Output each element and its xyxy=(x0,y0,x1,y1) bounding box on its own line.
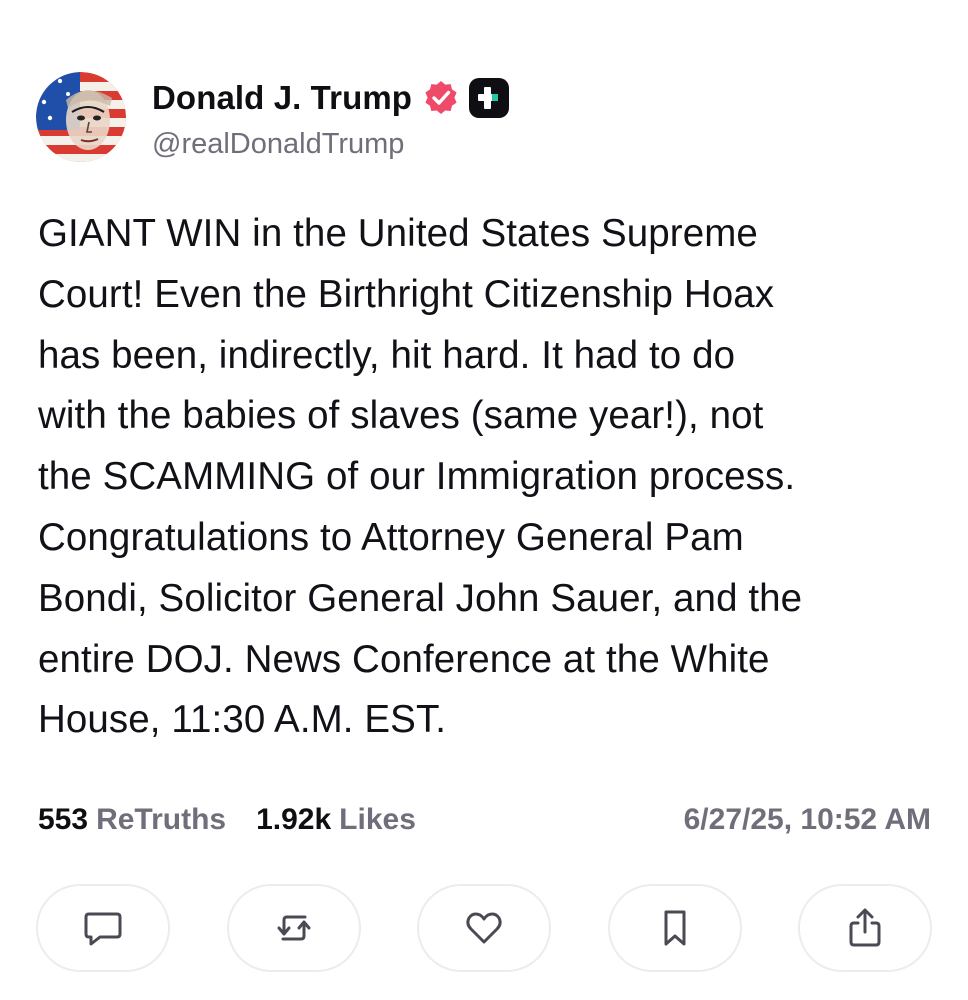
author-handle[interactable]: @realDonaldTrump xyxy=(152,128,510,161)
likes-stat[interactable]: 1.92k Likes xyxy=(256,803,416,837)
name-row: Donald J. Trump xyxy=(152,74,510,122)
verified-icon xyxy=(422,79,460,117)
post-header: Donald J. Trump @realDonaldTrump xyxy=(36,72,510,162)
post-text-line: the SCAMMING of our Immigration process. xyxy=(38,455,796,499)
post-text-line: House, 11:30 A.M. EST. xyxy=(38,698,447,742)
post-text-line: Bondi, Solicitor General John Sauer, and… xyxy=(38,576,803,620)
truth-post: Donald J. Trump @realDonaldTrump GIANT W… xyxy=(0,0,968,1000)
likes-label: Likes xyxy=(339,803,416,836)
retruths-stat[interactable]: 553 ReTruths xyxy=(38,803,226,837)
display-name[interactable]: Donald J. Trump xyxy=(152,79,412,117)
like-icon xyxy=(461,905,507,951)
post-text-line: Court! Even the Birthright Citizenship H… xyxy=(38,272,775,316)
likes-count: 1.92k xyxy=(256,803,332,836)
truth-plus-icon xyxy=(468,77,510,119)
post-text-line: has been, indirectly, hit hard. It had t… xyxy=(38,333,736,377)
share-icon xyxy=(842,905,888,951)
post-text: GIANT WIN in the United States Supreme C… xyxy=(38,204,938,751)
share-button[interactable] xyxy=(798,884,932,972)
action-bar xyxy=(36,884,932,972)
post-text-line: with the babies of slaves (same year!), … xyxy=(38,394,764,438)
retruths-label: ReTruths xyxy=(96,803,227,836)
bookmark-button[interactable] xyxy=(607,884,742,972)
post-text-line: Congratulations to Attorney General Pam xyxy=(38,515,744,559)
like-button[interactable] xyxy=(417,884,551,972)
author-names: Donald J. Trump @realDonaldTrump xyxy=(152,74,510,161)
retruths-count: 553 xyxy=(38,803,89,836)
post-text-line: GIANT WIN in the United States Supreme xyxy=(38,212,758,255)
retruth-button[interactable] xyxy=(226,884,361,972)
reply-icon xyxy=(80,905,126,951)
post-timestamp: 6/27/25, 10:52 AM xyxy=(683,803,931,836)
reply-button[interactable] xyxy=(36,884,170,972)
avatar[interactable] xyxy=(36,72,126,162)
bookmark-icon xyxy=(652,905,698,951)
retruth-icon xyxy=(271,905,317,951)
post-stats: 553 ReTruths 1.92k Likes 6/27/25, 10:52 … xyxy=(38,798,931,842)
post-text-line: entire DOJ. News Conference at the White xyxy=(38,637,770,681)
